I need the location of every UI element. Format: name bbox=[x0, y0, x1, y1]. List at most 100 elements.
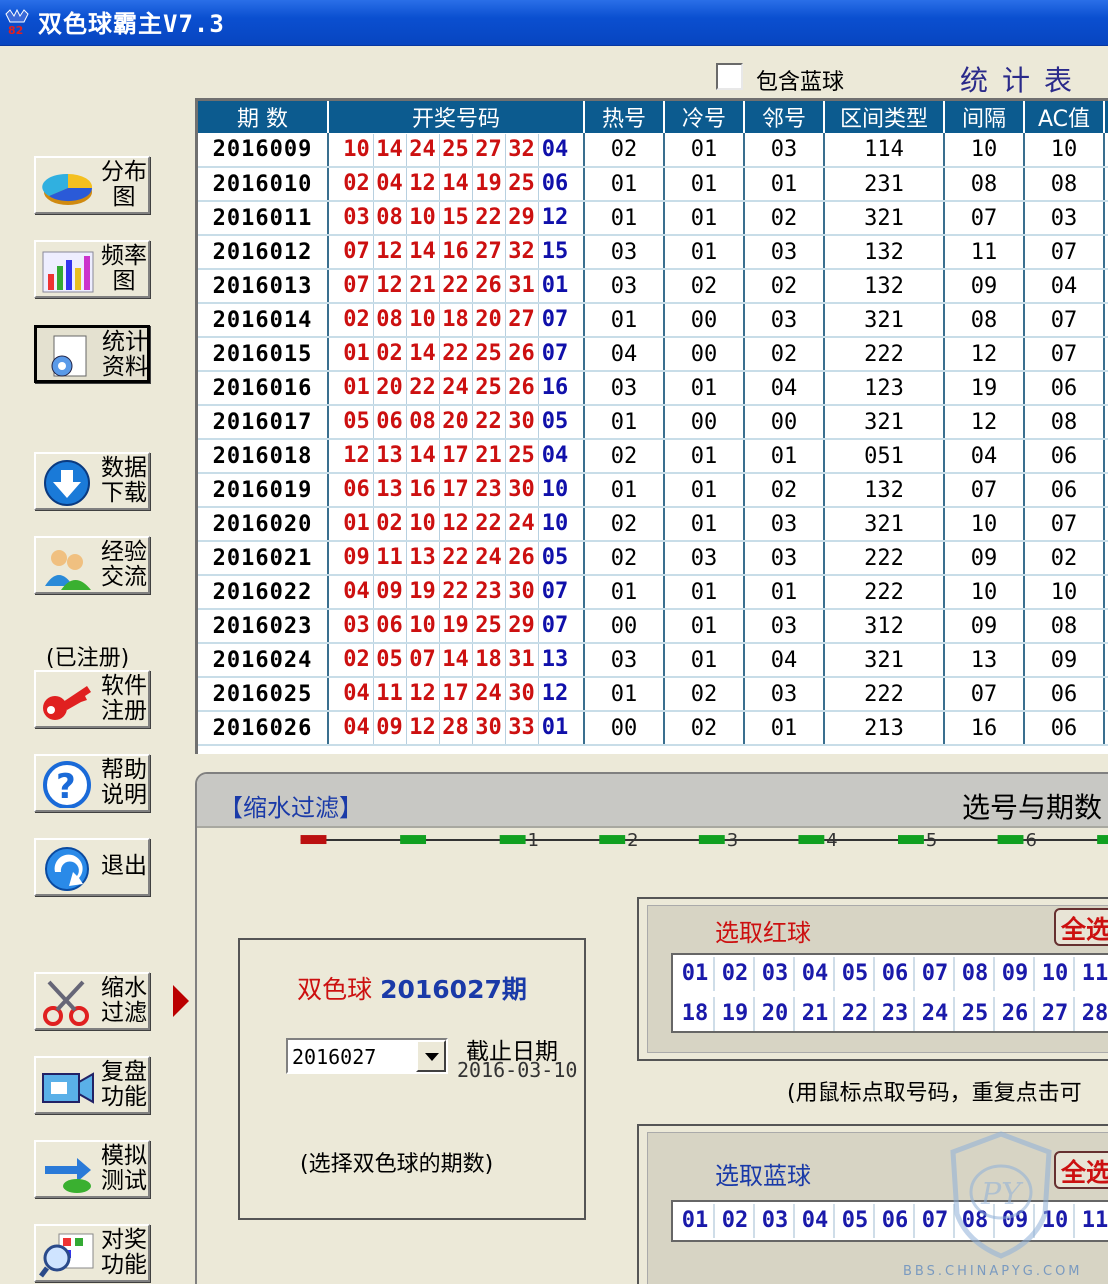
period-dropdown[interactable]: 2016027 bbox=[286, 1038, 448, 1074]
adj-cell: 03 bbox=[744, 303, 825, 338]
column-header[interactable]: 间隔 bbox=[944, 101, 1025, 133]
ac-cell: 07 bbox=[1024, 303, 1105, 338]
download-button[interactable]: 数据 下载 bbox=[34, 452, 150, 510]
number-cell[interactable]: 04 bbox=[797, 1204, 835, 1238]
red-ball: 25 bbox=[473, 372, 506, 403]
simulate-button[interactable]: 模拟 测试 bbox=[34, 1140, 150, 1198]
table-row[interactable]: 2016009 10 14 24 25 27 32 04 02 01 03 114 10 10 bbox=[198, 133, 1108, 168]
number-cell[interactable]: 21 bbox=[797, 997, 835, 1031]
number-cell[interactable]: 11 bbox=[1077, 1204, 1108, 1238]
hot-cell: 00 bbox=[584, 711, 665, 746]
number-cell[interactable]: 28 bbox=[1077, 997, 1108, 1031]
table-row[interactable]: 2016022 04 09 19 22 23 30 07 01 01 01 222 10 10 bbox=[198, 575, 1108, 610]
number-cell[interactable]: 22 bbox=[837, 997, 875, 1031]
number-cell[interactable]: 02 bbox=[717, 1204, 755, 1238]
column-header[interactable]: 邻号 bbox=[744, 101, 825, 133]
table-row[interactable]: 2016012 07 12 14 16 27 32 15 03 01 03 132 11 07 bbox=[198, 235, 1108, 270]
chevron-down-icon[interactable] bbox=[416, 1040, 446, 1072]
table-row[interactable]: 2016013 07 12 21 22 26 31 01 03 02 02 132 09 04 bbox=[198, 269, 1108, 304]
number-cell[interactable]: 26 bbox=[997, 997, 1035, 1031]
table-row[interactable]: 2016014 02 08 10 18 20 27 07 01 00 03 321 08 07 bbox=[198, 303, 1108, 338]
statistics-button[interactable]: 统计 资料 bbox=[34, 325, 150, 383]
number-cell[interactable]: 24 bbox=[917, 997, 955, 1031]
replay-button[interactable]: 复盘 功能 bbox=[34, 1056, 150, 1114]
red-select-all-button[interactable]: 全选 bbox=[1054, 908, 1108, 946]
prize-button[interactable]: 对奖 功能 bbox=[34, 1224, 150, 1282]
register-button[interactable]: 软件 注册 bbox=[34, 670, 150, 728]
table-row[interactable]: 2016025 04 11 12 17 24 30 12 01 02 03 222 07 06 bbox=[198, 677, 1108, 712]
mouse-hint: (用鼠标点取号码，重复点击可 bbox=[787, 1081, 1082, 1106]
column-header[interactable]: 期 数 bbox=[198, 101, 329, 133]
draw-history-table[interactable]: 期 数开奖号码 热号 冷号 邻号 区间类型 间隔 AC值 2016009 10 14 24 25 27… bbox=[195, 98, 1108, 754]
number-cell[interactable]: 11 bbox=[1077, 957, 1108, 991]
table-row[interactable]: 2016021 09 11 13 22 24 26 05 02 03 03 222 09 02 bbox=[198, 541, 1108, 576]
help-button[interactable]: ? 帮助 说明 bbox=[34, 754, 150, 812]
table-row[interactable]: 2016015 01 02 14 22 25 26 07 04 00 02 222 12 07 bbox=[198, 337, 1108, 372]
blue-ball: 16 bbox=[541, 375, 569, 400]
red-ball: 17 bbox=[440, 440, 473, 471]
include-blue-checkbox[interactable] bbox=[716, 63, 743, 90]
period-cell: 2016023 bbox=[198, 609, 329, 644]
red-ball: 31 bbox=[506, 644, 539, 675]
table-row[interactable]: 2016010 02 04 12 14 19 25 06 01 01 01 231 08 08 bbox=[198, 167, 1108, 202]
column-header[interactable]: 冷号 bbox=[664, 101, 745, 133]
red-ball: 14 bbox=[440, 644, 473, 675]
period-cell: 2016016 bbox=[198, 371, 329, 406]
exit-button[interactable]: 退出 bbox=[34, 838, 150, 896]
table-row[interactable]: 2016016 01 20 22 24 25 26 16 03 01 04 123 19 06 bbox=[198, 371, 1108, 406]
include-blue-label[interactable]: 包含蓝球 bbox=[756, 64, 844, 96]
number-cell[interactable]: 05 bbox=[837, 957, 875, 991]
number-cell[interactable]: 20 bbox=[757, 997, 795, 1031]
number-cell[interactable]: 23 bbox=[877, 997, 915, 1031]
blue-ball: 13 bbox=[541, 647, 569, 672]
number-cell[interactable]: 01 bbox=[677, 1204, 715, 1238]
number-cell[interactable]: 27 bbox=[1037, 997, 1075, 1031]
distribution-button[interactable]: 分布图 bbox=[34, 156, 150, 214]
period-cell: 2016012 bbox=[198, 235, 329, 270]
column-header[interactable]: 开奖号码 bbox=[328, 101, 585, 133]
frequency-button[interactable]: 频率图 bbox=[34, 240, 150, 298]
blue-ball: 07 bbox=[541, 579, 569, 604]
numbers-cell: 07 12 14 16 27 32 15 bbox=[328, 235, 585, 270]
number-cell[interactable]: 19 bbox=[717, 997, 755, 1031]
number-cell[interactable]: 08 bbox=[957, 957, 995, 991]
column-header[interactable]: 区间类型 bbox=[824, 101, 945, 133]
table-row[interactable]: 2016019 06 13 16 17 23 30 10 01 01 02 132 07 06 bbox=[198, 473, 1108, 508]
table-row[interactable]: 2016018 12 13 14 17 21 25 04 02 01 01 051 04 06 bbox=[198, 439, 1108, 474]
users-icon bbox=[45, 550, 91, 590]
number-cell[interactable]: 01 bbox=[677, 957, 715, 991]
table-row[interactable]: 2016017 05 06 08 20 22 30 05 01 00 00 321 12 08 bbox=[198, 405, 1108, 440]
number-cell[interactable]: 18 bbox=[677, 997, 715, 1031]
red-ball: 20 bbox=[473, 304, 506, 335]
table-row[interactable]: 2016011 03 08 10 15 22 29 12 01 01 02 321 07 03 bbox=[198, 201, 1108, 236]
number-cell[interactable]: 10 bbox=[1037, 957, 1075, 991]
column-header[interactable]: 热号 bbox=[584, 101, 665, 133]
red-ball: 12 bbox=[407, 712, 440, 743]
red-ball: 12 bbox=[407, 168, 440, 199]
number-cell[interactable]: 25 bbox=[957, 997, 995, 1031]
table-row[interactable]: 2016023 03 06 10 19 25 29 07 00 01 03 312 09 08 bbox=[198, 609, 1108, 644]
cold-cell: 00 bbox=[664, 337, 745, 372]
number-cell[interactable]: 03 bbox=[757, 1204, 795, 1238]
zone-cell: 231 bbox=[824, 167, 945, 202]
number-cell[interactable]: 03 bbox=[757, 957, 795, 991]
number-cell[interactable]: 02 bbox=[717, 957, 755, 991]
number-cell[interactable]: 07 bbox=[917, 957, 955, 991]
table-row[interactable]: 2016020 01 02 10 12 22 24 10 02 01 03 321 10 07 bbox=[198, 507, 1108, 542]
gap-cell: 12 bbox=[944, 405, 1025, 440]
ac-cell: 09 bbox=[1024, 643, 1105, 678]
table-row[interactable]: 2016024 02 05 07 14 18 31 13 03 01 04 321 13 09 bbox=[198, 643, 1108, 678]
blue-select-all-button[interactable]: 全选 bbox=[1054, 1151, 1108, 1189]
number-cell[interactable]: 09 bbox=[997, 957, 1035, 991]
community-button[interactable]: 经验 交流 bbox=[34, 536, 150, 594]
red-ball: 11 bbox=[374, 542, 407, 573]
column-header[interactable]: AC值 bbox=[1024, 101, 1105, 133]
pie-chart-icon bbox=[42, 173, 93, 205]
register-label: 软件 注册 bbox=[101, 673, 147, 724]
filter-button[interactable]: 缩水 过滤 bbox=[34, 972, 150, 1030]
number-cell[interactable]: 04 bbox=[797, 957, 835, 991]
number-cell[interactable]: 06 bbox=[877, 957, 915, 991]
table-row[interactable]: 2016026 04 09 12 28 30 33 01 00 02 01 213 16 06 bbox=[198, 711, 1108, 746]
number-cell[interactable]: 05 bbox=[837, 1204, 875, 1238]
number-cell[interactable]: 06 bbox=[877, 1204, 915, 1238]
